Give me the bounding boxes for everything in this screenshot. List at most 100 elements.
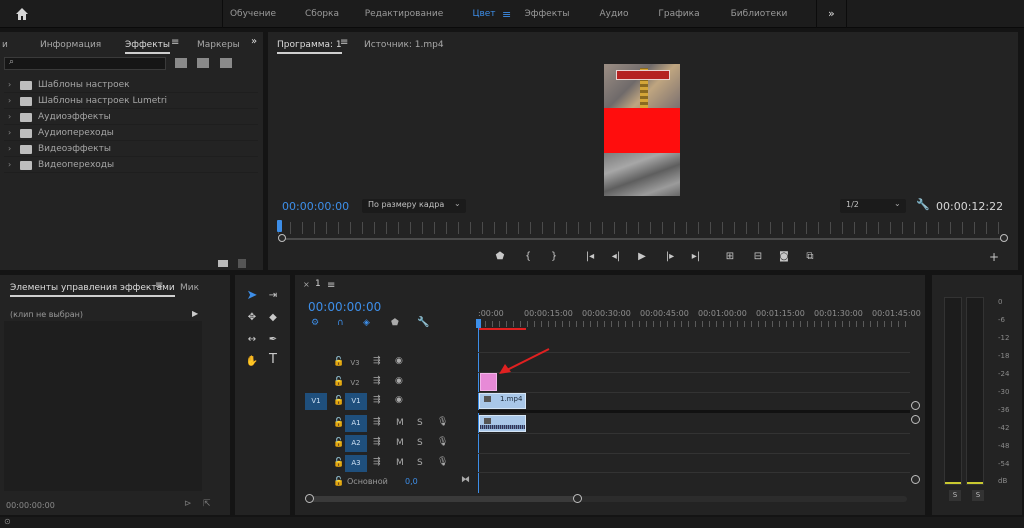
tab-markers[interactable]: Маркеры [197,36,240,54]
effects-search-input[interactable]: ⌕ [4,57,166,70]
tab-source[interactable]: Источник: 1.mp4 [364,36,444,54]
sync-lock-icon[interactable]: ⇶ [373,417,381,427]
workspace-libraries[interactable]: Библиотеки [728,0,790,28]
audio-v-scroll-handle[interactable] [911,415,920,424]
lock-icon[interactable]: 🔓 [333,458,344,468]
audio-v-scroll-handle-bottom[interactable] [911,475,920,484]
go-to-in-icon[interactable]: |◂ [582,250,598,264]
eye-icon[interactable]: ◉ [395,376,403,386]
linked-selection-icon[interactable]: ◈ [363,318,370,328]
video-v-scroll-handle[interactable] [911,401,920,410]
pen-tool-icon[interactable]: ✒ [265,333,281,347]
time-ruler[interactable]: :00:00 00:00:15:00 00:00:30:00 00:00:45:… [478,307,921,329]
close-icon[interactable]: × [303,280,310,289]
workspace-editing[interactable]: Редактирование [362,0,446,28]
snap-icon[interactable]: ∩ [337,318,344,328]
razor-tool-icon[interactable]: ◆ [265,311,281,325]
hand-tool-icon[interactable]: ✋ [244,355,260,369]
selection-tool-icon[interactable]: ➤ [244,289,260,303]
solo-button[interactable]: S [417,418,423,428]
mark-out-icon[interactable]: } [546,250,562,264]
source-patch-v1[interactable]: V1 [305,393,327,410]
video-preview[interactable] [604,64,680,196]
new-bin-icon[interactable] [218,260,228,267]
eye-icon[interactable]: ◉ [395,395,403,405]
more-workspaces-icon[interactable]: » [828,7,835,20]
lock-icon[interactable]: 🔓 [333,438,344,448]
track-select-tool-icon[interactable]: ⇥ [265,289,281,303]
microphone-icon[interactable]: 🎙 [437,417,448,427]
tree-item-presets[interactable]: › Шаблоны настроек [4,77,258,93]
add-marker-icon[interactable]: ⬟ [391,318,399,328]
export-frame-icon[interactable]: ◙ [776,250,792,264]
quality-select[interactable]: 1/2 ⌄ [840,199,906,213]
slip-tool-icon[interactable]: ↔ [244,333,260,347]
lock-icon[interactable]: 🔓 [333,418,344,428]
scroll-handle-left[interactable] [278,234,286,242]
master-track-value[interactable]: 0,0 [405,477,418,486]
meter-solo-left[interactable]: S [949,490,961,501]
add-button-icon[interactable]: + [986,250,1002,264]
microphone-icon[interactable]: 🎙 [437,457,448,467]
menu-icon[interactable]: ≡ [502,8,511,21]
fit-select[interactable]: По размеру кадра ⌄ [362,199,466,213]
playhead-timecode[interactable]: 00:00:00:00 [282,200,349,213]
timeline-timecode[interactable]: 00:00:00:00 [308,300,381,314]
sync-lock-icon[interactable]: ⇶ [373,457,381,467]
expand-arrow-icon[interactable]: ▶ [192,309,198,318]
tab-effect-controls[interactable]: Элементы управления эффектами [10,279,175,297]
tree-item-audio-effects[interactable]: › Аудиоэффекты [4,109,258,125]
32bit-effects-icon[interactable] [197,58,209,68]
tab-effects[interactable]: Эффекты [125,36,170,54]
lock-icon[interactable]: 🔓 [333,396,344,406]
panel-menu-icon[interactable]: ≡ [155,280,163,291]
more-tabs-icon[interactable]: » [251,36,257,47]
mute-button[interactable]: M [396,438,404,448]
workspace-assembly[interactable]: Сборка [298,0,346,28]
ripple-edit-tool-icon[interactable]: ✥ [244,311,260,325]
go-to-out-icon[interactable]: ▸| [688,250,704,264]
lock-icon[interactable]: 🔓 [333,357,344,367]
sync-lock-icon[interactable]: ⇶ [373,395,381,405]
tree-item-video-effects[interactable]: › Видеоэффекты [4,141,258,157]
scroll-handle-right[interactable] [573,494,582,503]
workspace-graphics[interactable]: Графика [656,0,702,28]
mute-button[interactable]: M [396,458,404,468]
monitor-time-ruler[interactable] [278,222,1006,234]
accelerated-effects-icon[interactable] [175,58,187,68]
step-forward-icon[interactable]: |▸ [662,250,678,264]
nest-icon[interactable]: ⚙ [311,318,319,328]
clip-v1[interactable]: 1.mp4 [479,393,526,409]
monitor-playhead[interactable] [277,220,282,232]
lift-icon[interactable]: ⊞ [722,250,738,264]
scroll-handle-left[interactable] [305,494,314,503]
panel-menu-icon[interactable]: ≡ [327,280,335,291]
clip-a1[interactable] [479,415,526,432]
timeline-playhead-handle[interactable] [476,319,481,328]
tree-item-video-transitions[interactable]: › Видеопереходы [4,157,258,173]
lock-icon[interactable]: 🔓 [333,377,344,387]
track-v2[interactable]: V2 [347,376,363,390]
tree-item-lumetri-presets[interactable]: › Шаблоны настроек Lumetri [4,93,258,109]
work-area-bar[interactable] [478,328,526,330]
tab-program[interactable]: Программа: 1 [277,36,342,54]
type-tool-icon[interactable]: T [265,353,281,367]
track-v1[interactable]: V1 [345,393,367,410]
go-to-end-icon[interactable]: ⧓ [461,475,470,485]
timeline-h-scrollbar[interactable] [307,496,907,502]
solo-button[interactable]: S [417,438,423,448]
workspace-learning[interactable]: Обучение [224,0,282,28]
track-a3[interactable]: A3 [345,455,367,472]
sync-lock-icon[interactable]: ⇶ [373,437,381,447]
extract-icon[interactable]: ⊟ [750,250,766,264]
scroll-handle-right[interactable] [1000,234,1008,242]
track-a1[interactable]: A1 [345,415,367,432]
lock-icon[interactable]: 🔓 [333,477,344,487]
mute-button[interactable]: M [396,418,404,428]
tab-mixer[interactable]: Мик [180,279,199,297]
workspace-color[interactable]: Цвет [466,0,502,28]
meter-solo-right[interactable]: S [972,490,984,501]
filter-icon[interactable]: ⊳ [184,499,192,509]
panel-menu-icon[interactable]: ≡ [340,37,348,48]
sequence-tab[interactable]: 1 [315,279,321,289]
